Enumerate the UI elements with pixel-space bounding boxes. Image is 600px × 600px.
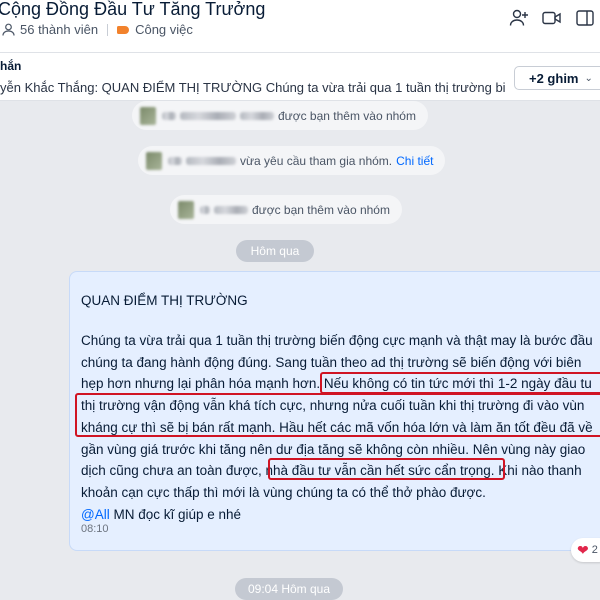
blurred-name bbox=[180, 111, 236, 120]
tag-icon bbox=[117, 25, 130, 34]
system-message: được bạn thêm vào nhóm bbox=[132, 101, 428, 130]
highlight-box bbox=[320, 372, 600, 394]
blurred-name bbox=[162, 111, 176, 120]
pinned-message-bar[interactable]: hắn yễn Khắc Thắng: QUAN ĐIỂM THỊ TRƯỜNG… bbox=[0, 53, 600, 101]
message-title: QUAN ĐIỂM THỊ TRƯỜNG bbox=[81, 293, 248, 308]
blurred-avatar bbox=[146, 151, 162, 170]
message-line: Chúng ta vừa trải qua 1 tuần thị trường … bbox=[81, 333, 593, 348]
add-member-icon[interactable] bbox=[504, 7, 534, 29]
message-closing-line: @All MN đọc kĩ giúp e nhé bbox=[81, 504, 600, 526]
blurred-avatar bbox=[178, 200, 194, 219]
blurred-name bbox=[200, 205, 210, 214]
chat-header: Cộng Đồng Đầu Tư Tăng Trưởng 56 thành vi… bbox=[0, 0, 600, 53]
pinned-preview[interactable]: yễn Khắc Thắng: QUAN ĐIỂM THỊ TRƯỜNG Chú… bbox=[0, 80, 505, 95]
more-pins-label: +2 ghim bbox=[529, 70, 579, 86]
highlight-box bbox=[268, 458, 505, 480]
system-text: vừa yêu cầu tham gia nhóm. bbox=[240, 153, 393, 168]
heart-icon: ❤ bbox=[577, 541, 589, 558]
date-separator: Hôm qua bbox=[236, 240, 314, 262]
group-name[interactable]: Cộng Đồng Đầu Tư Tăng Trưởng bbox=[0, 0, 265, 20]
message-line: gần vùng giá trước khi tăng nên dư địa t… bbox=[81, 441, 586, 457]
system-message: được bạn thêm vào nhóm bbox=[170, 195, 402, 224]
message-line: khoản cạn cực thấp thì mới là vùng chúng… bbox=[81, 484, 486, 500]
header-actions bbox=[501, 7, 600, 29]
message-time: 08:10 bbox=[81, 523, 109, 535]
blurred-name bbox=[214, 205, 248, 214]
member-count[interactable]: 56 thành viên bbox=[20, 22, 98, 37]
blurred-name bbox=[186, 156, 236, 165]
member-icon bbox=[2, 23, 15, 36]
group-meta: 56 thành viên Công việc bbox=[2, 22, 193, 37]
details-link[interactable]: Chi tiết bbox=[396, 154, 433, 168]
mention-all[interactable]: @All bbox=[81, 507, 110, 522]
system-text: được bạn thêm vào nhóm bbox=[252, 202, 390, 217]
date-separator: 09:04 Hôm qua bbox=[235, 578, 343, 600]
reaction-badge[interactable]: ❤ 2 bbox=[571, 538, 600, 562]
pinned-sender: hắn bbox=[0, 59, 22, 73]
video-call-icon[interactable] bbox=[537, 7, 567, 29]
category-label: Công việc bbox=[135, 22, 193, 37]
message-line: chúng ta đang hành động đúng. Sang tuần … bbox=[81, 354, 582, 370]
closing-text: MN đọc kĩ giúp e nhé bbox=[113, 506, 242, 522]
blurred-name bbox=[240, 111, 274, 120]
divider bbox=[107, 23, 109, 36]
blurred-avatar bbox=[140, 106, 156, 125]
system-message: vừa yêu cầu tham gia nhóm. Chi tiết bbox=[138, 146, 446, 175]
chevron-down-icon: ⌄ bbox=[584, 72, 593, 84]
highlight-box bbox=[75, 393, 600, 437]
category-tag[interactable]: Công việc bbox=[117, 22, 193, 37]
blurred-name bbox=[168, 156, 182, 165]
more-pins-button[interactable]: +2 ghim ⌄ bbox=[514, 66, 600, 90]
system-text: được bạn thêm vào nhóm bbox=[278, 108, 416, 123]
reaction-count: 2 bbox=[591, 544, 598, 556]
sidebar-toggle-icon[interactable] bbox=[570, 7, 600, 29]
